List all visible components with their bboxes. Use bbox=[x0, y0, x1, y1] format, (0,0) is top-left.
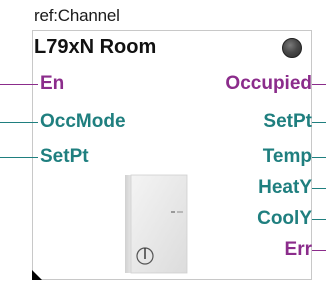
input-pin-line-setpt[interactable] bbox=[0, 157, 38, 158]
input-pin-line-occmode[interactable] bbox=[0, 122, 38, 123]
output-pin-line-cooly[interactable] bbox=[312, 219, 326, 220]
output-pin-temp[interactable]: Temp bbox=[263, 146, 312, 168]
status-led-icon bbox=[282, 38, 302, 58]
input-pin-occmode[interactable]: OccMode bbox=[40, 111, 126, 133]
output-pin-line-temp[interactable] bbox=[312, 157, 326, 158]
output-pin-heaty[interactable]: HeatY bbox=[258, 177, 312, 199]
output-pin-setpt[interactable]: SetPt bbox=[263, 111, 312, 133]
output-pin-line-setpt[interactable] bbox=[312, 122, 326, 123]
output-pin-line-occupied[interactable] bbox=[312, 84, 326, 85]
output-pin-cooly[interactable]: CoolY bbox=[257, 208, 312, 230]
ref-label: ref:Channel bbox=[34, 6, 120, 25]
input-pin-line-en[interactable] bbox=[0, 84, 38, 85]
output-pin-occupied[interactable]: Occupied bbox=[225, 73, 312, 95]
output-pin-line-heaty[interactable] bbox=[312, 188, 326, 189]
resize-corner-icon[interactable] bbox=[32, 270, 42, 280]
output-pin-line-err[interactable] bbox=[312, 250, 326, 251]
input-pin-en[interactable]: En bbox=[40, 73, 64, 95]
block-title: L79xN Room bbox=[34, 36, 157, 58]
input-pin-setpt[interactable]: SetPt bbox=[40, 146, 89, 168]
room-thermostat-device-icon bbox=[125, 174, 188, 274]
output-pin-err[interactable]: Err bbox=[285, 239, 312, 261]
